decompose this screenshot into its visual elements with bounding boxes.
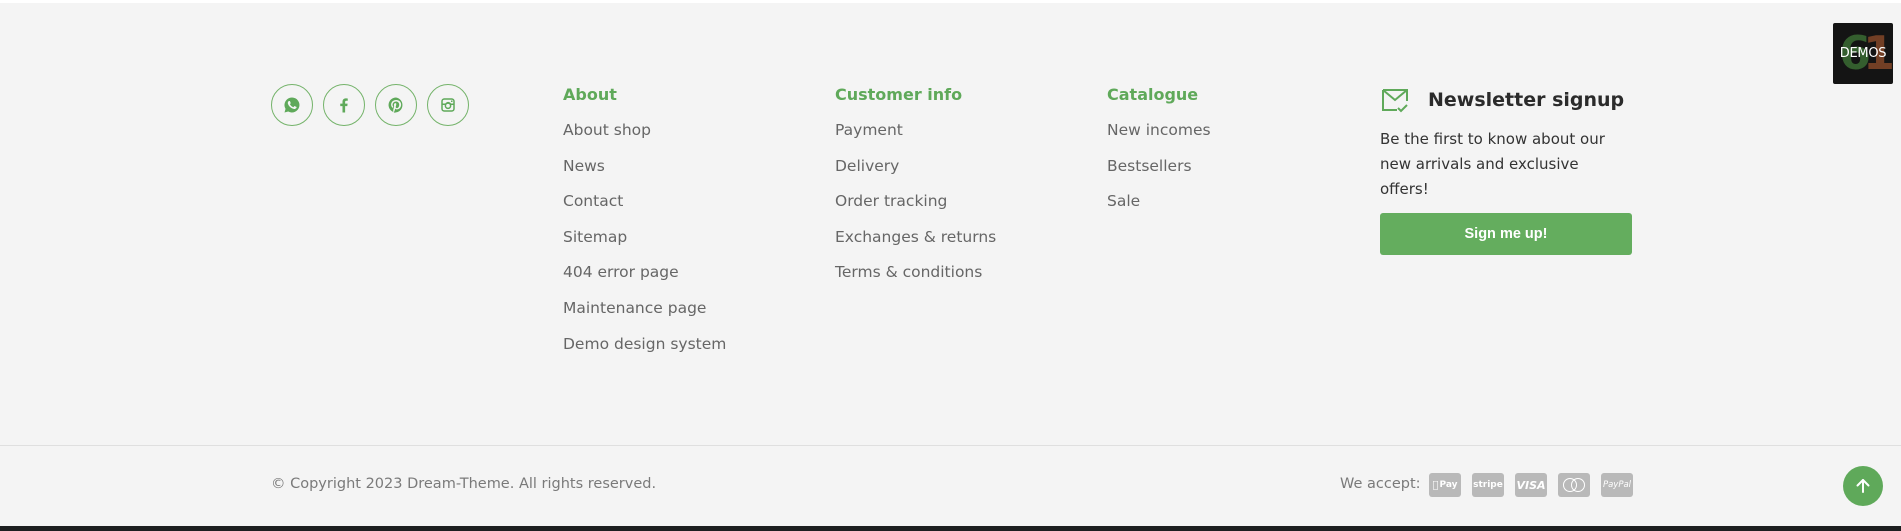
stripe-icon: stripe bbox=[1472, 473, 1504, 497]
sitemap-link[interactable]: Sitemap bbox=[563, 228, 627, 246]
whatsapp-icon bbox=[284, 97, 300, 113]
scroll-to-top-button[interactable] bbox=[1843, 466, 1883, 506]
payment-link[interactable]: Payment bbox=[835, 121, 903, 139]
sale-link[interactable]: Sale bbox=[1107, 192, 1140, 210]
list-item: Sale bbox=[1107, 191, 1211, 227]
newsletter-description: Be the first to know about our new arriv… bbox=[1380, 130, 1605, 198]
apple-pay-icon: Pay bbox=[1429, 473, 1461, 497]
about-shop-link[interactable]: About shop bbox=[563, 121, 651, 139]
top-strip bbox=[0, 0, 1901, 3]
instagram-button[interactable] bbox=[427, 84, 469, 126]
error-page-link[interactable]: 404 error page bbox=[563, 263, 679, 281]
maintenance-page-link[interactable]: Maintenance page bbox=[563, 299, 706, 317]
demos-badge[interactable]: 6 1 DEMOS bbox=[1833, 23, 1893, 84]
list-item: Maintenance page bbox=[563, 298, 726, 334]
instagram-icon bbox=[441, 98, 455, 112]
sign-up-button[interactable]: Sign me up! bbox=[1380, 213, 1632, 255]
newsletter-section: Newsletter signup Be the first to know a… bbox=[1380, 85, 1632, 255]
news-link[interactable]: News bbox=[563, 157, 605, 175]
social-links bbox=[271, 84, 469, 126]
exchanges-returns-link[interactable]: Exchanges & returns bbox=[835, 228, 996, 246]
newsletter-header: Newsletter signup bbox=[1380, 85, 1632, 115]
list-item: Payment bbox=[835, 120, 996, 156]
about-column: About About shop News Contact Sitemap 40… bbox=[563, 84, 726, 369]
bottom-strip bbox=[0, 526, 1901, 531]
list-item: Bestsellers bbox=[1107, 156, 1211, 192]
catalogue-heading: Catalogue bbox=[1107, 85, 1199, 104]
delivery-link[interactable]: Delivery bbox=[835, 157, 899, 175]
footer-divider bbox=[0, 445, 1901, 446]
catalogue-column: Catalogue New incomes Bestsellers Sale bbox=[1107, 84, 1211, 227]
bestsellers-link[interactable]: Bestsellers bbox=[1107, 157, 1192, 175]
visa-icon: VISA bbox=[1515, 473, 1547, 497]
order-tracking-link[interactable]: Order tracking bbox=[835, 192, 947, 210]
payment-methods: Pay stripe VISA PayPal bbox=[1429, 473, 1633, 497]
list-item: Exchanges & returns bbox=[835, 227, 996, 263]
whatsapp-button[interactable] bbox=[271, 84, 313, 126]
facebook-button[interactable] bbox=[323, 84, 365, 126]
we-accept-label: We accept: bbox=[1340, 476, 1421, 492]
demos-label: DEMOS bbox=[1839, 46, 1887, 61]
demo-design-system-link[interactable]: Demo design system bbox=[563, 335, 726, 353]
terms-conditions-link[interactable]: Terms & conditions bbox=[835, 263, 982, 281]
customer-info-heading: Customer info bbox=[835, 85, 963, 104]
pinterest-button[interactable] bbox=[375, 84, 417, 126]
mastercard-icon bbox=[1558, 473, 1590, 497]
mail-check-icon bbox=[1382, 89, 1408, 113]
about-heading: About bbox=[563, 85, 617, 104]
visa-label: VISA bbox=[1516, 478, 1546, 492]
arrow-up-icon bbox=[1856, 479, 1870, 493]
stripe-label: stripe bbox=[1473, 480, 1503, 490]
list-item: Contact bbox=[563, 191, 726, 227]
customer-info-column: Customer info Payment Delivery Order tra… bbox=[835, 84, 996, 298]
pinterest-icon bbox=[388, 97, 403, 113]
new-incomes-link[interactable]: New incomes bbox=[1107, 121, 1211, 139]
facebook-icon bbox=[340, 98, 348, 113]
list-item: New incomes bbox=[1107, 120, 1211, 156]
list-item: Terms & conditions bbox=[835, 262, 996, 298]
list-item: Order tracking bbox=[835, 191, 996, 227]
list-item: Demo design system bbox=[563, 334, 726, 370]
contact-link[interactable]: Contact bbox=[563, 192, 623, 210]
list-item: About shop bbox=[563, 120, 726, 156]
newsletter-title: Newsletter signup bbox=[1428, 89, 1625, 111]
paypal-icon: PayPal bbox=[1601, 473, 1633, 497]
list-item: 404 error page bbox=[563, 262, 726, 298]
copyright-text: © Copyright 2023 Dream-Theme. All rights… bbox=[271, 476, 657, 492]
apple-pay-label: Pay bbox=[1436, 480, 1457, 490]
list-item: News bbox=[563, 156, 726, 192]
paypal-label: PayPal bbox=[1602, 480, 1632, 490]
list-item: Delivery bbox=[835, 156, 996, 192]
list-item: Sitemap bbox=[563, 227, 726, 263]
